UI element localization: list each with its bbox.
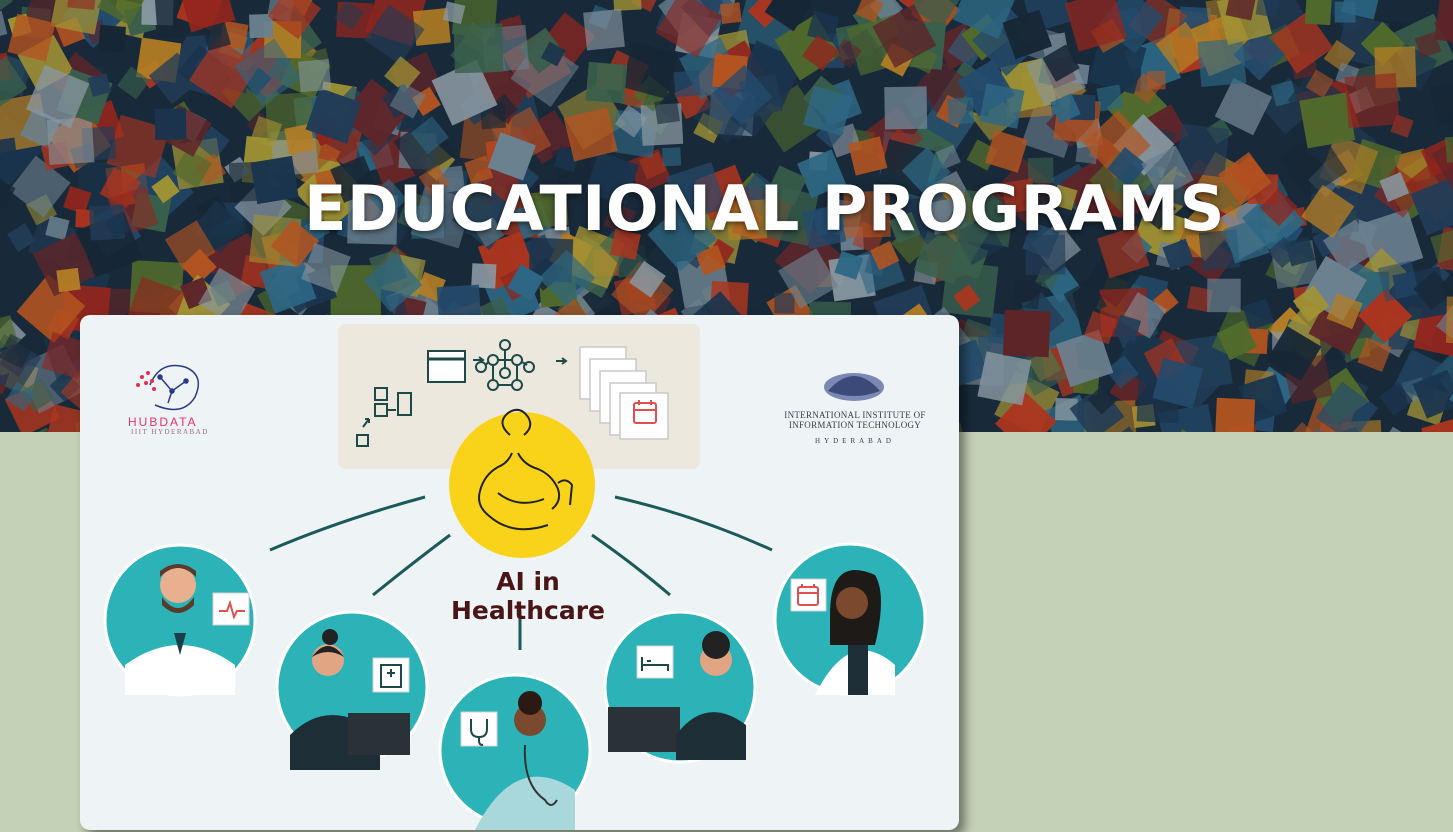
banner-label: AI in Healthcare (450, 567, 606, 625)
iiit-logo-emblem (824, 373, 884, 401)
patient-person (603, 610, 757, 764)
page-title: EDUCATIONAL PROGRAMS (304, 172, 1225, 245)
iiit-logo-name: INTERNATIONAL INSTITUTE OF INFORMATION T… (784, 410, 926, 430)
nurse-person (275, 610, 429, 770)
hubdata-logo-text: HUBDATA (128, 415, 198, 429)
doctor-person (103, 543, 257, 697)
ai-healthcare-banner: AI in Healthcare HUBDATA IIIT HYDERABAD … (80, 315, 959, 830)
hubdata-logo-subtext: IIIT HYDERABAD (131, 428, 209, 436)
nurse-stethoscope-person (438, 673, 592, 830)
hubdata-logo (149, 364, 200, 411)
central-figure (449, 412, 595, 558)
female-doctor-person (773, 542, 927, 696)
iiit-logo-city: HYDERABAD (815, 437, 895, 445)
hubdata-dots (136, 371, 156, 391)
